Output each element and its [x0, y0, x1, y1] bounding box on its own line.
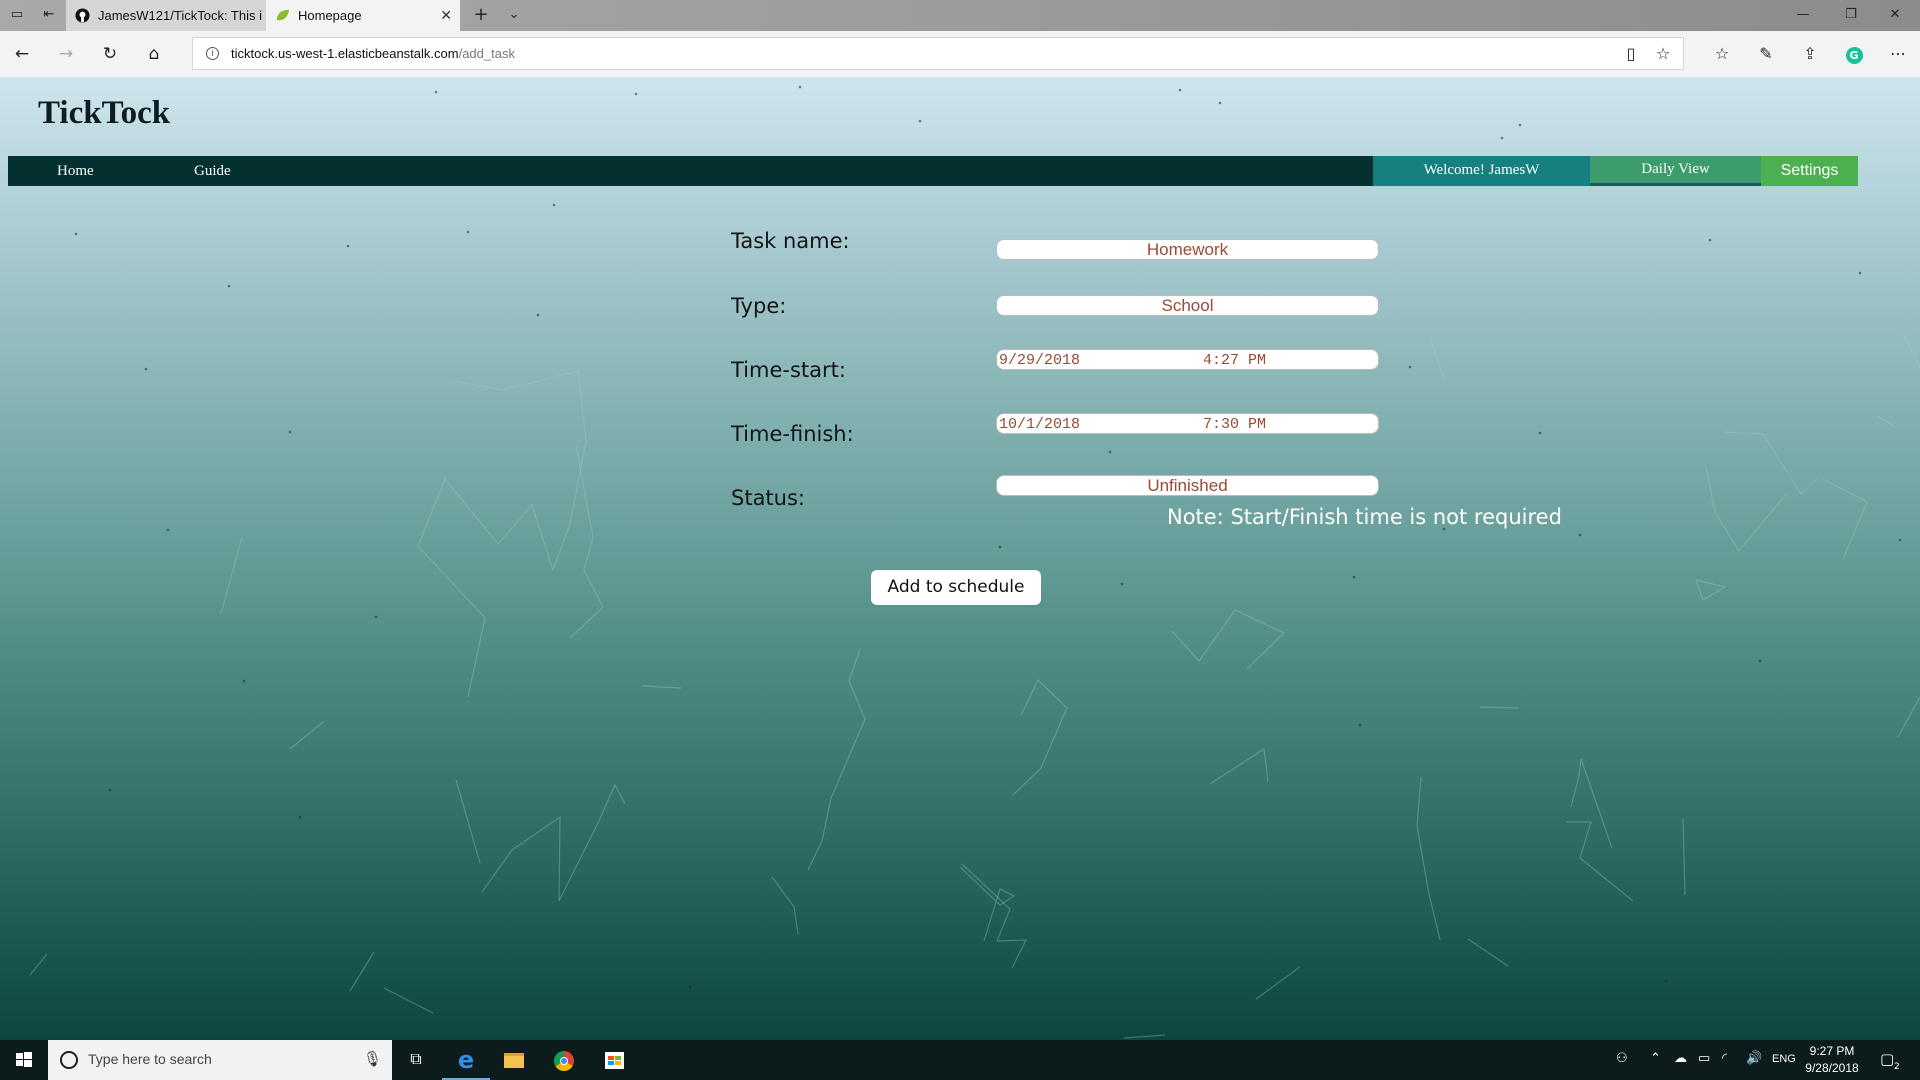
- notification-center-icon[interactable]: ▢: [1880, 1050, 1894, 1068]
- home-icon[interactable]: ⌂: [142, 42, 166, 66]
- task-name-input[interactable]: Homework: [996, 239, 1379, 260]
- tab-list-chevron-icon[interactable]: ⌄: [503, 4, 525, 26]
- taskbar-search-placeholder: Type here to search: [88, 1051, 212, 1067]
- new-tab-icon[interactable]: +: [470, 4, 492, 26]
- back-icon[interactable]: ←: [10, 42, 34, 66]
- type-label: Type:: [731, 294, 787, 318]
- restore-icon[interactable]: ❐: [1840, 4, 1862, 26]
- time-finish-label: Time-finish:: [731, 422, 854, 446]
- url-text: ticktock.us-west-1.elasticbeanstalk.com/…: [231, 46, 515, 61]
- task-name-label: Task name:: [731, 229, 850, 253]
- edge-browser-icon[interactable]: e: [442, 1040, 490, 1080]
- time-finish-date[interactable]: 10/1/2018: [999, 415, 1080, 434]
- time-finish-time[interactable]: 7:30 PM: [1203, 415, 1266, 434]
- time-start-label: Time-start:: [731, 358, 846, 382]
- taskbar-search-box[interactable]: Type here to search 🎙: [48, 1040, 392, 1080]
- forward-icon[interactable]: →: [54, 42, 78, 66]
- task-view-icon[interactable]: ⧉: [392, 1040, 440, 1080]
- nav-welcome-user[interactable]: Welcome! JamesW: [1373, 156, 1590, 186]
- chrome-icon[interactable]: [540, 1040, 588, 1080]
- status-input[interactable]: Unfinished: [996, 475, 1379, 496]
- time-start-date[interactable]: 9/29/2018: [999, 351, 1080, 370]
- language-indicator[interactable]: ENG: [1772, 1053, 1796, 1065]
- tab-homepage[interactable]: Homepage ✕: [266, 0, 460, 31]
- microphone-icon[interactable]: 🎙: [363, 1050, 382, 1068]
- url-field[interactable]: i ticktock.us-west-1.elasticbeanstalk.co…: [192, 37, 1684, 70]
- more-menu-icon[interactable]: ⋯: [1886, 42, 1910, 66]
- minimize-icon[interactable]: —: [1792, 4, 1814, 26]
- notification-count-badge: 2: [1894, 1062, 1900, 1072]
- site-title: TickTock: [38, 95, 171, 131]
- particle-network-background: [29, 85, 1920, 1039]
- set-aside-tabs-icon[interactable]: ⇤: [38, 4, 60, 26]
- share-icon[interactable]: ⇪: [1798, 42, 1822, 66]
- wifi-icon[interactable]: ◜: [1722, 1051, 1727, 1066]
- windows-logo-icon: [16, 1052, 32, 1067]
- status-label: Status:: [731, 486, 805, 510]
- tab-title: JamesW121/TickTock: This i: [98, 8, 262, 23]
- browser-tab-bar: ▭ ⇤ JamesW121/TickTock: This i Homepage …: [0, 0, 1920, 31]
- page-content: TickTock Home Guide Welcome! JamesW Dail…: [0, 77, 1920, 1040]
- address-toolbar: ← → ↻ ⌂ i ticktock.us-west-1.elasticbean…: [0, 31, 1920, 77]
- show-hidden-icons-icon[interactable]: ⌃: [1650, 1051, 1661, 1066]
- clock-date: 9/28/2018: [1805, 1061, 1859, 1075]
- cortana-icon: [60, 1051, 78, 1069]
- file-explorer-icon[interactable]: [490, 1040, 538, 1080]
- nav-settings-link[interactable]: Settings: [1761, 156, 1858, 186]
- url-path: /add_task: [458, 46, 515, 61]
- time-note: Note: Start/Finish time is not required: [1167, 505, 1562, 529]
- add-to-schedule-button[interactable]: Add to schedule: [871, 570, 1041, 605]
- nav-daily-view-link[interactable]: Daily View: [1590, 156, 1761, 186]
- onedrive-icon[interactable]: ☁: [1674, 1051, 1687, 1066]
- refresh-icon[interactable]: ↻: [98, 42, 122, 66]
- site-navbar: Home Guide Welcome! JamesW Daily View Se…: [8, 156, 1858, 186]
- reading-view-icon[interactable]: ▯: [1619, 42, 1643, 66]
- leaf-icon: [276, 9, 290, 21]
- windows-taskbar: Type here to search 🎙 ⧉ e ⚇ ⌃ ☁ ▭ ◜ 🔊 EN…: [0, 1040, 1920, 1080]
- nav-guide-link[interactable]: Guide: [194, 156, 231, 186]
- people-icon[interactable]: ⚇: [1616, 1051, 1628, 1066]
- time-start-time[interactable]: 4:27 PM: [1203, 351, 1266, 370]
- store-icon[interactable]: [590, 1040, 638, 1080]
- battery-icon[interactable]: ▭: [1698, 1051, 1710, 1066]
- time-finish-input[interactable]: 10/1/2018 7:30 PM: [996, 413, 1379, 434]
- start-button[interactable]: [0, 1040, 48, 1080]
- type-input[interactable]: School: [996, 295, 1379, 316]
- favorites-icon[interactable]: ☆: [1710, 42, 1734, 66]
- nav-home-link[interactable]: Home: [57, 156, 94, 186]
- time-start-input[interactable]: 9/29/2018 4:27 PM: [996, 349, 1379, 370]
- site-info-icon[interactable]: i: [206, 47, 219, 60]
- close-window-icon[interactable]: ✕: [1884, 4, 1906, 26]
- close-tab-icon[interactable]: ✕: [440, 0, 452, 31]
- pen-icon[interactable]: ✎: [1754, 42, 1778, 66]
- tab-github[interactable]: JamesW121/TickTock: This i: [66, 0, 266, 31]
- taskbar-clock[interactable]: 9:27 PM 9/28/2018: [1800, 1043, 1864, 1077]
- favorite-star-icon[interactable]: ☆: [1651, 42, 1675, 66]
- github-icon: [75, 8, 90, 23]
- clock-time: 9:27 PM: [1809, 1044, 1855, 1058]
- grammarly-icon[interactable]: G: [1842, 42, 1866, 66]
- tab-preview-icon[interactable]: ▭: [6, 4, 28, 26]
- volume-icon[interactable]: 🔊: [1746, 1051, 1762, 1066]
- tab-title: Homepage: [298, 8, 362, 23]
- url-domain: ticktock.us-west-1.elasticbeanstalk.com: [231, 46, 459, 61]
